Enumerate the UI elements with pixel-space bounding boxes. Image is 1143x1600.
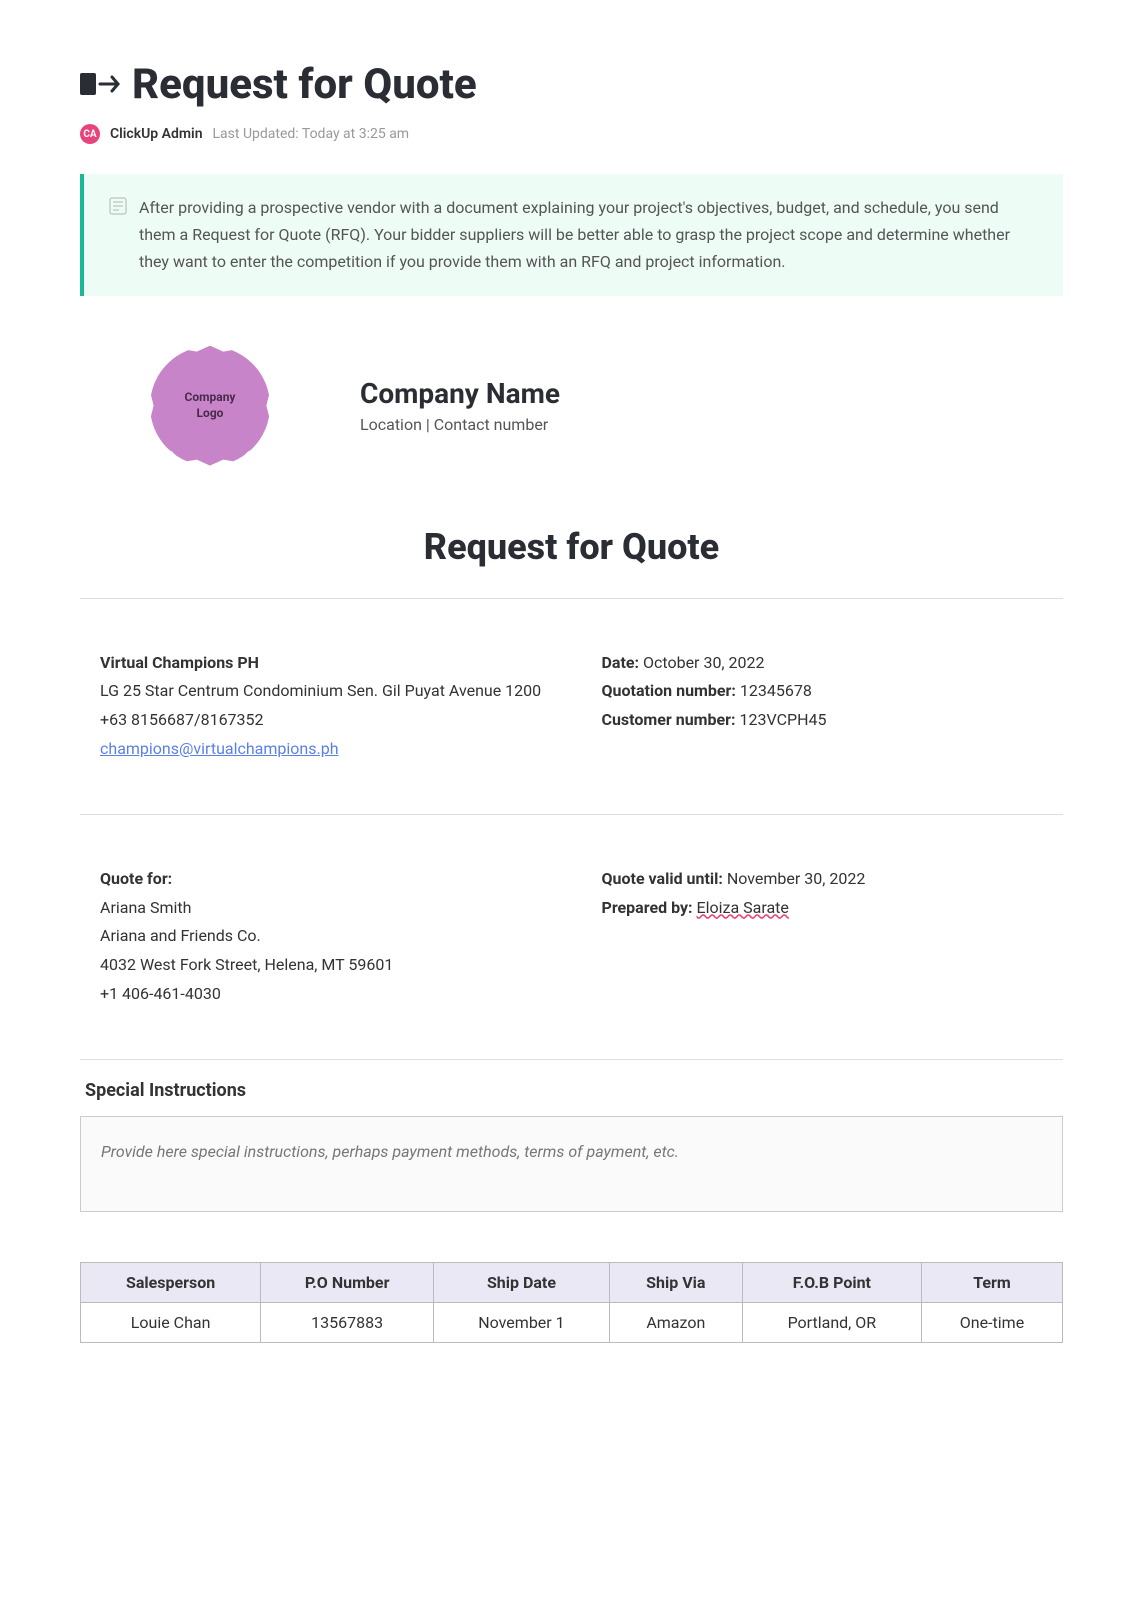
prepared-label: Prepared by: [602,898,693,917]
vendor-email-link[interactable]: champions@virtualchampions.ph [100,739,339,758]
th-fob: F.O.B Point [742,1262,921,1302]
company-logo: Company Logo [150,346,270,466]
quotefor-section: Quote for: Ariana Smith Ariana and Frien… [80,835,1063,1039]
company-name: Company Name [360,377,560,410]
company-header: Company Logo Company Name Location | Con… [80,346,1063,466]
company-location: Location | Contact number [360,415,560,434]
vendor-phone: +63 8156687/8167352 [100,706,542,735]
date-value: October 30, 2022 [643,653,765,672]
special-heading: Special Instructions [80,1080,1063,1101]
page-header: Request for Quote [80,60,1063,109]
quotefor-company: Ariana and Friends Co. [100,922,542,951]
td-term: One-time [921,1302,1062,1342]
cnum-label: Customer number: [602,710,736,729]
th-shipdate: Ship Date [434,1262,610,1302]
divider [80,598,1063,599]
avatar[interactable]: CA [80,124,100,144]
table-row: Louie Chan 13567883 November 1 Amazon Po… [81,1302,1063,1342]
note-icon [109,197,127,215]
updated-timestamp: Last Updated: Today at 3:25 am [213,126,410,142]
vendor-address: LG 25 Star Centrum Condominium Sen. Gil … [100,677,542,706]
date-label: Date: [602,653,640,672]
td-shipdate: November 1 [434,1302,610,1342]
meta-row: CA ClickUp Admin Last Updated: Today at … [80,124,1063,144]
th-po: P.O Number [261,1262,434,1302]
td-po: 13567883 [261,1302,434,1342]
th-shipvia: Ship Via [609,1262,742,1302]
author-name: ClickUp Admin [110,126,203,142]
prepared-value: Eloiza Sarate [697,898,789,917]
td-shipvia: Amazon [609,1302,742,1342]
info-callout: After providing a prospective vendor wit… [80,174,1063,296]
page-title: Request for Quote [132,60,477,109]
quotefor-label: Quote for: [100,865,542,894]
special-instructions-box[interactable]: Provide here special instructions, perha… [80,1116,1063,1212]
qnum-value: 12345678 [740,681,812,700]
valid-label: Quote valid until: [602,869,723,888]
special-placeholder: Provide here special instructions, perha… [101,1142,1042,1161]
quotefor-phone: +1 406-461-4030 [100,980,542,1009]
quotefor-name: Ariana Smith [100,894,542,923]
valid-value: November 30, 2022 [727,869,866,888]
th-salesperson: Salesperson [81,1262,261,1302]
shipping-table: Salesperson P.O Number Ship Date Ship Vi… [80,1262,1063,1343]
vendor-section: Virtual Champions PH LG 25 Star Centrum … [80,619,1063,794]
logo-text-1: Company [185,390,236,406]
document-icon [80,71,120,99]
document-title: Request for Quote [80,526,1063,568]
cnum-value: 123VCPH45 [740,710,827,729]
quotefor-address: 4032 West Fork Street, Helena, MT 59601 [100,951,542,980]
info-text: After providing a prospective vendor wit… [139,194,1038,276]
divider [80,1059,1063,1060]
table-header-row: Salesperson P.O Number Ship Date Ship Vi… [81,1262,1063,1302]
td-fob: Portland, OR [742,1302,921,1342]
td-salesperson: Louie Chan [81,1302,261,1342]
logo-text-2: Logo [197,406,224,422]
divider [80,814,1063,815]
vendor-name: Virtual Champions PH [100,649,542,678]
qnum-label: Quotation number: [602,681,736,700]
th-term: Term [921,1262,1062,1302]
